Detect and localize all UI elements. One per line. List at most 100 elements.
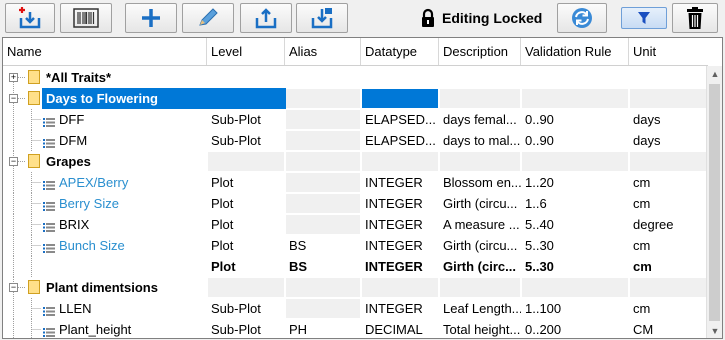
unit-cell[interactable]: cm	[629, 193, 708, 214]
datatype-cell[interactable]: INTEGER	[361, 256, 439, 277]
save-button[interactable]	[296, 3, 348, 33]
alias-cell[interactable]: BS	[285, 256, 361, 277]
unit-cell[interactable]: CM	[629, 319, 708, 338]
empty-cell	[286, 215, 360, 234]
description-cell[interactable]: Girth (circ...	[439, 256, 521, 277]
empty-cell	[286, 131, 360, 150]
table-row[interactable]: BRIX Plot INTEGER A measure ... 5..40 degree	[3, 214, 708, 235]
rule-cell[interactable]: 1..100	[521, 298, 629, 319]
rule-cell[interactable]: 0..90	[521, 109, 629, 130]
trait-name[interactable]: DFM	[55, 130, 205, 151]
add-button[interactable]	[125, 3, 177, 33]
tree-folder-label[interactable]: Plant dimentsions	[42, 277, 207, 298]
trait-name[interactable]: APEX/Berry	[55, 172, 205, 193]
level-cell[interactable]: Plot	[207, 256, 285, 277]
barcode-button[interactable]	[60, 3, 112, 33]
table-row[interactable]: LLEN Sub-Plot INTEGER Leaf Length... 1..100 c…	[3, 298, 708, 319]
level-cell[interactable]: Plot	[207, 193, 285, 214]
import-button[interactable]	[5, 3, 55, 33]
description-cell[interactable]: A measure ...	[439, 214, 521, 235]
rule-cell[interactable]: 5..40	[521, 214, 629, 235]
rule-cell[interactable]: 0..200	[521, 319, 629, 338]
scroll-down-arrow-icon[interactable]: ▼	[707, 323, 722, 338]
refresh-button[interactable]	[557, 3, 607, 33]
unit-cell[interactable]: degree	[629, 214, 708, 235]
description-cell[interactable]: Total height...	[439, 319, 521, 338]
description-cell[interactable]: Girth (circu...	[439, 193, 521, 214]
column-header-validation-rule[interactable]: Validation Rule	[521, 38, 629, 65]
table-row[interactable]: Plot BS INTEGER Girth (circ... 5..30 cm	[3, 256, 708, 277]
column-header-description[interactable]: Description	[439, 38, 521, 65]
datatype-cell[interactable]: INTEGER	[361, 172, 439, 193]
unit-cell[interactable]: days	[629, 109, 708, 130]
tree-folder-row[interactable]: − Days to Flowering	[3, 88, 708, 109]
scroll-up-arrow-icon[interactable]: ▲	[707, 66, 722, 82]
description-cell[interactable]: days femal...	[439, 109, 521, 130]
datatype-cell[interactable]: INTEGER	[361, 214, 439, 235]
expand-icon[interactable]: +	[9, 73, 18, 82]
tree-folder-label[interactable]: Grapes	[42, 151, 207, 172]
description-cell[interactable]: days to mal...	[439, 130, 521, 151]
trait-name[interactable]: DFF	[55, 109, 205, 130]
unit-cell[interactable]: cm	[629, 172, 708, 193]
edit-button[interactable]	[182, 3, 234, 33]
datatype-cell[interactable]: ELAPSED...	[361, 109, 439, 130]
datatype-cell[interactable]: ELAPSED...	[361, 130, 439, 151]
tree-folder-label[interactable]: *All Traits*	[42, 67, 207, 88]
description-cell[interactable]: Blossom en...	[439, 172, 521, 193]
column-header-datatype[interactable]: Datatype	[361, 38, 439, 65]
trait-name[interactable]: LLEN	[55, 298, 205, 319]
rule-cell[interactable]: 5..30	[521, 256, 629, 277]
description-cell[interactable]: Girth (circu...	[439, 235, 521, 256]
export-button[interactable]	[240, 3, 292, 33]
collapse-icon[interactable]: −	[9, 94, 18, 103]
rule-cell[interactable]: 1..20	[521, 172, 629, 193]
table-row[interactable]: APEX/Berry Plot INTEGER Blossom en... 1..20 c…	[3, 172, 708, 193]
level-cell[interactable]: Sub-Plot	[207, 109, 285, 130]
tree-folder-row[interactable]: − Grapes	[3, 151, 708, 172]
alias-cell[interactable]: BS	[285, 235, 361, 256]
level-cell[interactable]: Sub-Plot	[207, 130, 285, 151]
vertical-scrollbar[interactable]: ▲ ▼	[706, 66, 722, 338]
table-row[interactable]: Bunch Size Plot BS INTEGER Girth (circu... 5.…	[3, 235, 708, 256]
scrollbar-thumb[interactable]	[709, 84, 720, 321]
description-cell[interactable]: Leaf Length...	[439, 298, 521, 319]
unit-cell[interactable]: cm	[629, 235, 708, 256]
column-header-level[interactable]: Level	[207, 38, 285, 65]
tree-folder-label[interactable]: Days to Flowering	[42, 88, 286, 109]
collapse-icon[interactable]: −	[9, 283, 18, 292]
datatype-cell[interactable]: DECIMAL	[361, 319, 439, 338]
level-cell[interactable]: Plot	[207, 235, 285, 256]
level-cell[interactable]: Plot	[207, 172, 285, 193]
unit-cell[interactable]: cm	[629, 256, 708, 277]
traits-tree-grid[interactable]: Name Level Alias Datatype Description Va…	[2, 37, 723, 339]
collapse-icon[interactable]: −	[9, 157, 18, 166]
trait-name[interactable]: Plant_height	[55, 319, 205, 338]
rule-cell[interactable]: 0..90	[521, 130, 629, 151]
trait-name[interactable]: Bunch Size	[55, 235, 205, 256]
tree-folder-row[interactable]: + *All Traits*	[3, 67, 708, 88]
level-cell[interactable]: Plot	[207, 214, 285, 235]
delete-button[interactable]	[672, 3, 718, 33]
table-row[interactable]: Berry Size Plot INTEGER Girth (circu... 1..6…	[3, 193, 708, 214]
rule-cell[interactable]: 1..6	[521, 193, 629, 214]
column-header-name[interactable]: Name	[3, 38, 207, 65]
datatype-cell[interactable]: INTEGER	[361, 193, 439, 214]
table-row[interactable]: DFM Sub-Plot ELAPSED... days to mal... 0..90…	[3, 130, 708, 151]
level-cell[interactable]: Sub-Plot	[207, 319, 285, 338]
unit-cell[interactable]: cm	[629, 298, 708, 319]
unit-cell[interactable]: days	[629, 130, 708, 151]
table-row[interactable]: Plant_height Sub-Plot PH DECIMAL Total heigh…	[3, 319, 708, 338]
column-header-unit[interactable]: Unit	[629, 38, 708, 65]
datatype-cell[interactable]: INTEGER	[361, 235, 439, 256]
tree-folder-row[interactable]: − Plant dimentsions	[3, 277, 708, 298]
trait-name[interactable]: BRIX	[55, 214, 205, 235]
level-cell[interactable]: Sub-Plot	[207, 298, 285, 319]
column-header-alias[interactable]: Alias	[285, 38, 361, 65]
rule-cell[interactable]: 5..30	[521, 235, 629, 256]
alias-cell[interactable]: PH	[285, 319, 361, 338]
table-row[interactable]: DFF Sub-Plot ELAPSED... days femal... 0..90 d…	[3, 109, 708, 130]
datatype-cell[interactable]: INTEGER	[361, 298, 439, 319]
filter-button[interactable]	[621, 7, 667, 29]
trait-name[interactable]: Berry Size	[55, 193, 205, 214]
